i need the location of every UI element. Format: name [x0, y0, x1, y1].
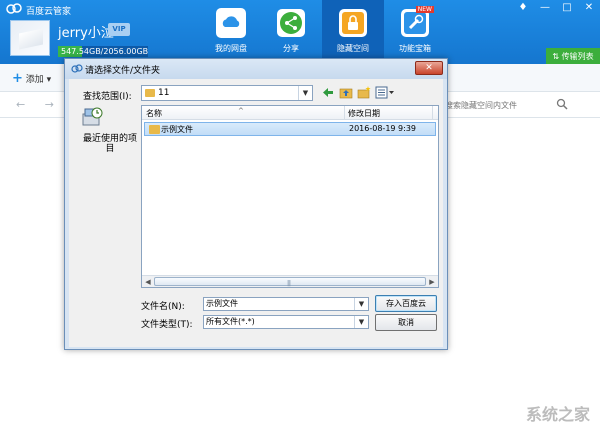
grip-icon: ||| [287, 280, 291, 287]
dialog-body: 查找范围(I): 11 ▼ 最近使用的项目 名称 ^ 修改日期 示例文件 201… [69, 79, 443, 347]
view-menu-icon[interactable] [375, 86, 395, 99]
chevron-down-icon[interactable]: ▼ [298, 86, 312, 100]
scroll-right-icon[interactable]: ▶ [427, 277, 437, 287]
up-folder-icon[interactable] [339, 86, 353, 99]
app-title: 百度云管家 [26, 7, 72, 17]
recent-places-label: 最近使用的项目 [82, 134, 137, 154]
search-icon[interactable] [556, 98, 568, 110]
avatar[interactable] [10, 20, 50, 56]
baidu-cloud-logo-icon [6, 3, 22, 14]
search-input[interactable]: 搜索隐藏空间内文件 [445, 100, 517, 111]
back-arrow-icon[interactable] [321, 86, 335, 99]
new-badge: NEW [415, 6, 434, 13]
tab-label: 分享 [283, 44, 299, 53]
scroll-left-icon[interactable]: ◀ [143, 277, 153, 287]
cancel-button[interactable]: 取消 [375, 314, 437, 331]
plus-icon: + [12, 71, 23, 86]
recent-places-item[interactable]: 最近使用的项目 [79, 105, 141, 154]
tab-share[interactable]: 分享 [260, 0, 322, 64]
filetype-value: 所有文件(*.*) [206, 317, 255, 326]
lookin-select[interactable]: 11 ▼ [141, 85, 313, 101]
places-bar: 最近使用的项目 [79, 105, 141, 315]
lock-icon [338, 8, 368, 38]
add-button[interactable]: + 添加 ▾ [12, 71, 51, 86]
tab-label: 我的网盘 [215, 44, 247, 53]
dialog-close-button[interactable]: ✕ [415, 61, 443, 75]
window-controls: ♦ — □ ✕ [516, 2, 596, 14]
column-header: 名称 ^ 修改日期 [142, 106, 438, 120]
column-name[interactable]: 名称 [146, 108, 162, 119]
column-date[interactable]: 修改日期 [348, 108, 380, 119]
filename-value: 示例文件 [206, 299, 238, 308]
chevron-down-icon[interactable]: ▼ [354, 298, 368, 310]
skin-icon[interactable]: ♦ [516, 2, 530, 14]
username[interactable]: jerry小泣 [58, 22, 114, 41]
horizontal-scrollbar[interactable]: ◀ ||| ▶ [142, 275, 438, 287]
filename-field[interactable]: 示例文件 ▼ [203, 297, 369, 311]
file-list[interactable]: 名称 ^ 修改日期 示例文件 2016-08-19 9:39 ◀ ||| ▶ [141, 105, 439, 288]
filetype-label: 文件类型(T): [141, 320, 193, 330]
tab-label: 隐藏空间 [337, 44, 369, 53]
scrollbar-thumb[interactable]: ||| [154, 277, 426, 287]
cloud-icon [216, 8, 246, 38]
share-icon [276, 8, 306, 38]
app-header: 百度云管家 ♦ — □ ✕ jerry小泣 VIP 547.54GB/2056.… [0, 0, 600, 66]
new-folder-icon[interactable] [357, 86, 371, 99]
close-icon[interactable]: ✕ [582, 2, 596, 14]
column-divider[interactable] [344, 106, 345, 120]
tab-toolbox[interactable]: NEW 功能宝箱 [384, 0, 446, 64]
select-file-dialog: 请选择文件/文件夹 ✕ 查找范围(I): 11 ▼ 最近使用的项目 名称 ^ 修… [64, 58, 448, 350]
filetype-select[interactable]: 所有文件(*.*) ▼ [203, 315, 369, 329]
tab-label: 功能宝箱 [399, 44, 431, 53]
tab-hidden-space[interactable]: 隐藏空间 [322, 0, 384, 64]
dialog-title: 请选择文件/文件夹 [85, 66, 161, 76]
minimize-icon[interactable]: — [538, 2, 552, 14]
dialog-titlebar[interactable]: 请选择文件/文件夹 ✕ [65, 59, 447, 79]
maximize-icon[interactable]: □ [560, 2, 574, 14]
add-label: 添加 [25, 75, 44, 85]
save-to-cloud-button[interactable]: 存入百度云 [375, 295, 437, 312]
folder-icon [149, 125, 160, 134]
recent-items-icon [82, 107, 103, 126]
chevron-down-icon[interactable]: ▼ [354, 316, 368, 328]
column-divider[interactable] [432, 106, 433, 120]
table-row[interactable]: 示例文件 2016-08-19 9:39 [144, 122, 436, 136]
watermark: 系统之家 [525, 405, 590, 424]
sort-indicator-icon: ^ [238, 107, 244, 115]
file-date: 2016-08-19 9:39 [349, 124, 416, 133]
vip-badge: VIP [108, 23, 130, 36]
quota-text: 547.54GB/2056.00GB [61, 47, 149, 56]
tab-my-disk[interactable]: 我的网盘 [200, 0, 262, 64]
baidu-cloud-logo-icon [71, 64, 83, 73]
filename-label: 文件名(N): [141, 302, 185, 312]
lookin-value: 11 [158, 88, 170, 98]
quota-bar: 547.54GB/2056.00GB [58, 46, 148, 57]
lookin-label: 查找范围(I): [83, 92, 132, 102]
folder-icon [145, 89, 155, 97]
dialog-toolbar [321, 86, 395, 99]
transfer-list-label: 传输列表 [561, 52, 594, 61]
file-name: 示例文件 [161, 125, 193, 134]
back-forward-icons[interactable]: ← → [16, 98, 62, 111]
